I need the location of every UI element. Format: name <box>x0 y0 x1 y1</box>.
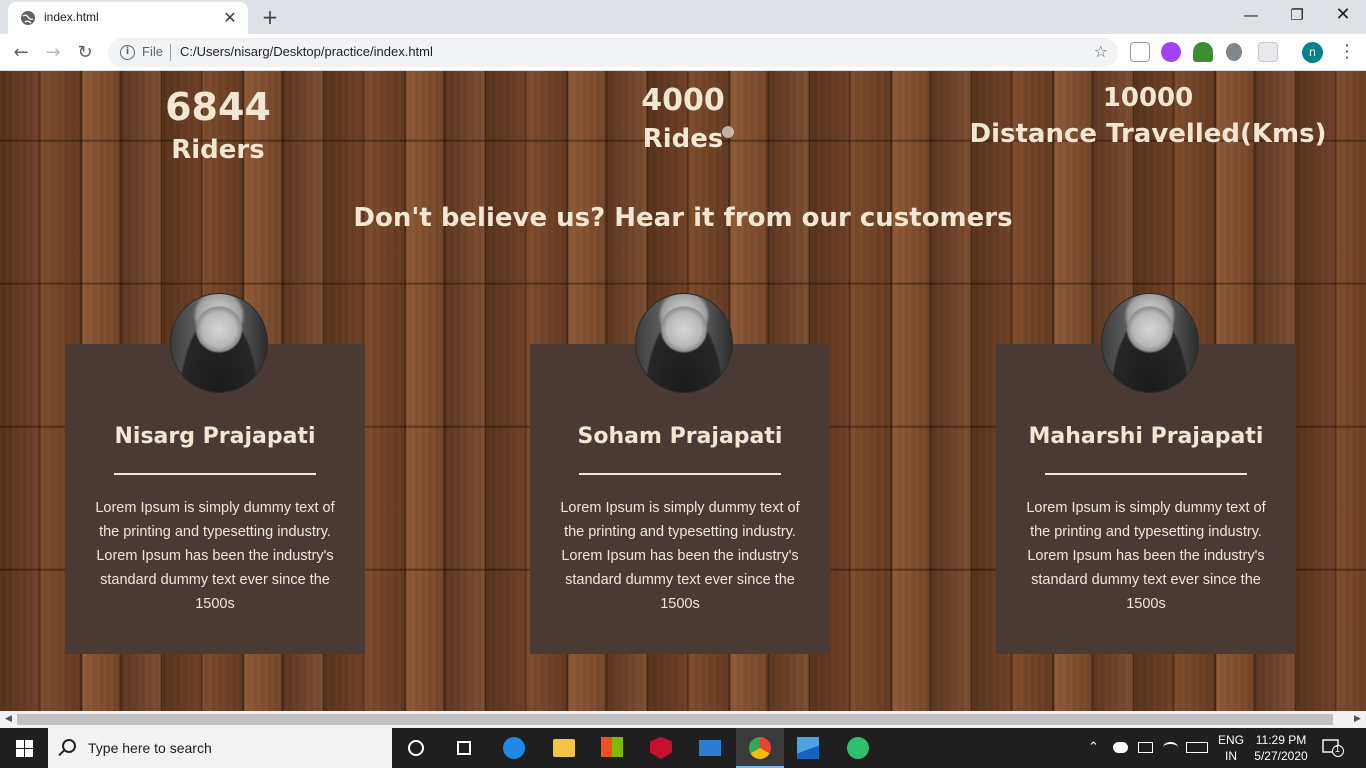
file-explorer-icon[interactable] <box>540 728 588 768</box>
page-viewport: 6844 Riders 4000 Rides 10000 Distance Tr… <box>0 71 1366 711</box>
scroll-right-icon[interactable]: ▶ <box>1349 711 1366 728</box>
windows-taskbar: Type here to search ⌃ ENG IN 11:29 PM 5/… <box>0 728 1366 768</box>
scrollbar-thumb[interactable] <box>17 714 1333 725</box>
testimonial-name: Soham Prajapati <box>577 424 783 449</box>
testimonial-text: Lorem Ipsum is simply dummy text of the … <box>1026 500 1266 612</box>
windows-start-icon[interactable] <box>0 728 48 768</box>
maximize-button[interactable]: ❐ <box>1274 0 1320 32</box>
scroll-left-icon[interactable]: ◀ <box>0 711 17 728</box>
photos-icon[interactable] <box>784 728 832 768</box>
mail-icon[interactable] <box>686 728 734 768</box>
browser-toolbar: ← → ↻ i File C:/Users/nisarg/Desktop/pra… <box>0 34 1366 71</box>
browser-tab[interactable]: index.html ✕ <box>8 2 248 34</box>
url-text[interactable]: C:/Users/nisarg/Desktop/practice/index.h… <box>180 44 433 59</box>
stat-distance: 10000 Distance Travelled(Kms) <box>958 83 1338 149</box>
stat-number: 6844 <box>165 85 271 129</box>
info-icon[interactable]: i <box>120 45 135 60</box>
language-indicator[interactable]: ENG IN <box>1216 732 1246 768</box>
testimonial-card: Maharshi Prajapati Lorem Ipsum is simply… <box>996 293 1296 654</box>
address-bar[interactable]: i File C:/Users/nisarg/Desktop/practice/… <box>108 38 1118 67</box>
mcafee-icon[interactable] <box>637 728 685 768</box>
divider <box>579 473 781 475</box>
bug-icon[interactable] <box>1226 43 1242 61</box>
atom-icon[interactable] <box>834 728 882 768</box>
store-icon[interactable] <box>588 728 636 768</box>
horizontal-scrollbar[interactable]: ◀ ▶ <box>0 711 1366 728</box>
keyboard-icon[interactable] <box>1186 742 1208 753</box>
wifi-icon[interactable] <box>1163 742 1178 753</box>
avatar <box>635 293 733 393</box>
testimonials-heading: Don't believe us? Hear it from our custo… <box>353 203 1013 233</box>
tab-title: index.html <box>44 10 99 24</box>
profile-avatar[interactable]: n <box>1302 42 1323 63</box>
testimonial-text: Lorem Ipsum is simply dummy text of the … <box>560 500 800 612</box>
battery-icon[interactable] <box>1138 742 1153 753</box>
cortana-icon[interactable] <box>392 728 440 768</box>
task-view-icon[interactable] <box>440 728 488 768</box>
stat-number: 4000 <box>641 83 725 118</box>
chrome-icon[interactable] <box>736 728 784 768</box>
testimonial-card: Soham Prajapati Lorem Ipsum is simply du… <box>530 293 830 654</box>
taskbar-search-input[interactable]: Type here to search <box>48 728 392 768</box>
globe-icon <box>21 11 35 25</box>
tab-close-icon[interactable]: ✕ <box>220 8 240 28</box>
testimonial-card: Nisarg Prajapati Lorem Ipsum is simply d… <box>65 293 365 654</box>
language-code: ENG <box>1217 733 1244 747</box>
search-icon <box>62 739 76 753</box>
stat-label: Riders <box>171 135 265 165</box>
minimize-button[interactable]: — <box>1228 0 1274 32</box>
forward-arrow-icon[interactable]: → <box>40 40 66 66</box>
onedrive-icon[interactable] <box>1113 742 1128 753</box>
scheme-label: File <box>142 44 163 59</box>
browser-titlebar: index.html ✕ + — ❐ ✕ <box>0 0 1366 34</box>
bookmark-star-icon[interactable]: ☆ <box>1094 42 1108 61</box>
stat-label: Distance Travelled(Kms) <box>969 119 1327 149</box>
clock-date: 5/27/2020 <box>1254 749 1308 763</box>
search-placeholder: Type here to search <box>88 740 212 756</box>
close-window-button[interactable]: ✕ <box>1320 0 1366 32</box>
stat-label: Rides <box>642 124 724 154</box>
stat-rides: 4000 Rides <box>583 83 783 154</box>
extension-icon[interactable] <box>1193 42 1213 62</box>
extension-icon[interactable] <box>1161 42 1181 62</box>
divider <box>1045 473 1247 475</box>
testimonial-text: Lorem Ipsum is simply dummy text of the … <box>95 500 335 612</box>
stat-riders: 6844 Riders <box>118 85 318 165</box>
new-tab-button[interactable]: + <box>258 5 282 29</box>
divider <box>114 473 316 475</box>
testimonial-name: Maharshi Prajapati <box>1028 424 1264 449</box>
extension-icon[interactable] <box>1130 42 1150 62</box>
clock[interactable]: 11:29 PM 5/27/2020 <box>1250 732 1312 768</box>
stat-number: 10000 <box>1102 83 1194 113</box>
show-hidden-icons-icon[interactable]: ⌃ <box>1088 739 1099 768</box>
region-code: IN <box>1225 749 1237 763</box>
reload-icon[interactable]: ↻ <box>72 40 98 66</box>
testimonial-name: Nisarg Prajapati <box>114 424 316 449</box>
address-divider <box>170 44 171 61</box>
notification-count: 1 <box>1335 744 1341 754</box>
back-arrow-icon[interactable]: ← <box>8 40 34 66</box>
avatar <box>1101 293 1199 393</box>
extension-icon[interactable] <box>1258 42 1278 62</box>
avatar <box>170 293 268 393</box>
notification-center-icon[interactable]: 1 <box>1322 738 1344 758</box>
edge-icon[interactable] <box>490 728 538 768</box>
clock-time: 11:29 PM <box>1255 733 1307 747</box>
menu-kebab-icon[interactable]: ⋮ <box>1338 40 1356 64</box>
mouse-cursor <box>722 126 734 138</box>
